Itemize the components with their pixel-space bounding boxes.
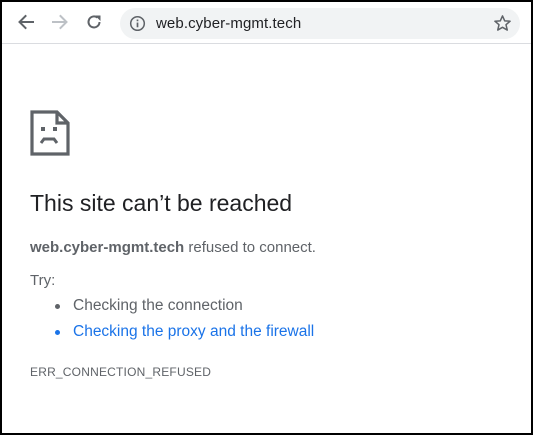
suggestions-list: Checking the connection Checking the pro… (30, 296, 314, 348)
reload-icon (87, 15, 101, 29)
reload-button[interactable] (82, 10, 106, 34)
back-button[interactable] (14, 10, 38, 34)
suggestion-check-connection: Checking the connection (30, 296, 314, 322)
error-content: This site can’t be reached web.cyber-mgm… (30, 110, 510, 379)
back-arrow-icon (18, 14, 34, 30)
error-code: ERR_CONNECTION_REFUSED (30, 365, 212, 379)
forward-arrow-icon (52, 14, 68, 30)
browser-window: web.cyber-mgmt.tech This site can’t be r… (0, 0, 533, 435)
bullet (55, 330, 60, 335)
star-icon[interactable] (493, 14, 512, 33)
suggestion-check-proxy-firewall-link[interactable]: Checking the proxy and the firewall (30, 322, 314, 348)
forward-button[interactable] (48, 10, 72, 34)
error-description: web.cyber-mgmt.tech refused to connect. (30, 239, 316, 256)
suggestion-text: Checking the connection (73, 297, 243, 314)
try-label: Try: (30, 272, 56, 289)
info-icon[interactable] (129, 15, 146, 32)
error-title: This site can’t be reached (30, 190, 293, 216)
browser-toolbar: web.cyber-mgmt.tech (2, 2, 531, 44)
bullet (55, 304, 60, 309)
sad-page-icon (30, 110, 70, 156)
error-host: web.cyber-mgmt.tech (30, 239, 185, 256)
address-bar[interactable]: web.cyber-mgmt.tech (120, 8, 520, 39)
suggestion-link-text[interactable]: Checking the proxy and the firewall (73, 323, 314, 340)
url-text[interactable]: web.cyber-mgmt.tech (156, 15, 301, 32)
error-message: refused to connect. (184, 239, 316, 256)
